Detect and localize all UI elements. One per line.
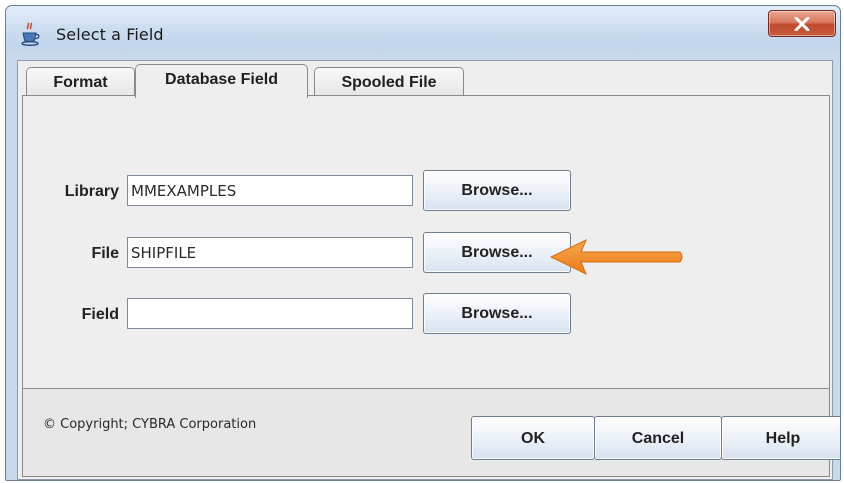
tab-format[interactable]: Format (26, 67, 135, 97)
dialog-content: Format Database Field Spooled File Libra… (17, 60, 840, 480)
tab-spooled-file[interactable]: Spooled File (314, 67, 464, 97)
cancel-button[interactable]: Cancel (594, 416, 722, 460)
file-label: File (91, 245, 119, 262)
field-input[interactable] (127, 298, 413, 329)
java-cup-icon (20, 22, 42, 46)
library-input[interactable]: MMEXAMPLES (127, 175, 413, 206)
database-field-panel: Library MMEXAMPLES Browse... File SHIPFI… (22, 96, 830, 388)
dialog-footer: © Copyright; CYBRA Corporation OK Cancel… (22, 388, 840, 477)
field-label: Field (81, 306, 119, 323)
title-bar[interactable]: Select a Field (6, 6, 840, 60)
orange-arrow-icon (549, 238, 683, 276)
library-label: Library (64, 183, 119, 200)
close-button[interactable] (768, 10, 836, 37)
field-browse-button[interactable]: Browse... (423, 293, 571, 334)
ok-button[interactable]: OK (471, 416, 595, 460)
window-title: Select a Field (56, 25, 164, 44)
copyright-text: © Copyright; CYBRA Corporation (43, 417, 257, 432)
close-icon (794, 17, 810, 31)
file-input[interactable]: SHIPFILE (127, 237, 413, 268)
help-button[interactable]: Help (721, 416, 840, 460)
tab-strip: Format Database Field Spooled File (22, 63, 830, 98)
library-browse-button[interactable]: Browse... (423, 170, 571, 211)
tab-database-field[interactable]: Database Field (135, 64, 308, 98)
dialog-window: Select a Field Format Database Field Spo… (5, 5, 841, 481)
